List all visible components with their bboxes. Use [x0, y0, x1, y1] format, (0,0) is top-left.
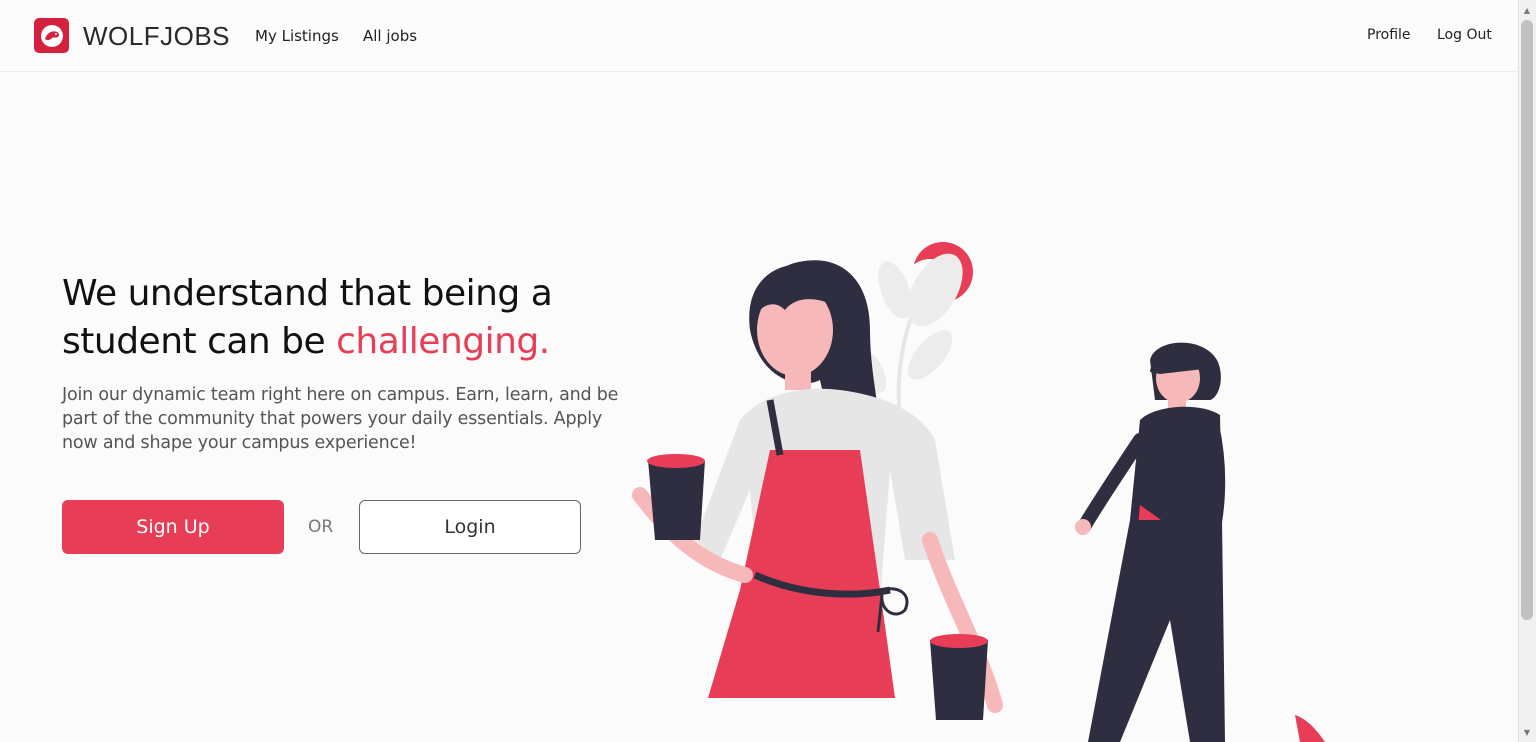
scroll-up-icon[interactable]: ▲ — [1518, 2, 1536, 18]
scrollbar-thumb[interactable] — [1521, 20, 1533, 620]
or-label: OR — [308, 517, 334, 537]
wolf-logo-icon[interactable] — [34, 18, 69, 53]
nav-all-jobs[interactable]: All jobs — [363, 27, 417, 45]
headline-line2: student can be — [62, 321, 337, 362]
hero-headline: We understand that being a student can b… — [62, 270, 622, 366]
scroll-down-icon[interactable]: ▼ — [1518, 724, 1536, 740]
nav-profile[interactable]: Profile — [1367, 27, 1411, 43]
hero-illustration — [632, 242, 1325, 742]
scrollbar[interactable]: ▲ ▼ — [1518, 0, 1536, 742]
barista-figure — [632, 260, 1003, 720]
navbar: WOLFJOBS My Listings All jobs Profile Lo… — [0, 0, 1518, 72]
student-figure — [1075, 342, 1325, 742]
headline-line1: We understand that being a — [62, 273, 553, 314]
brand-name[interactable]: WOLFJOBS — [83, 21, 230, 52]
headline-accent: challenging. — [336, 321, 550, 362]
nav-my-listings[interactable]: My Listings — [255, 27, 339, 45]
sign-up-button[interactable]: Sign Up — [62, 500, 284, 554]
nav-log-out[interactable]: Log Out — [1437, 27, 1492, 43]
login-button[interactable]: Login — [359, 500, 581, 554]
hero-subtext: Join our dynamic team right here on camp… — [62, 385, 619, 453]
